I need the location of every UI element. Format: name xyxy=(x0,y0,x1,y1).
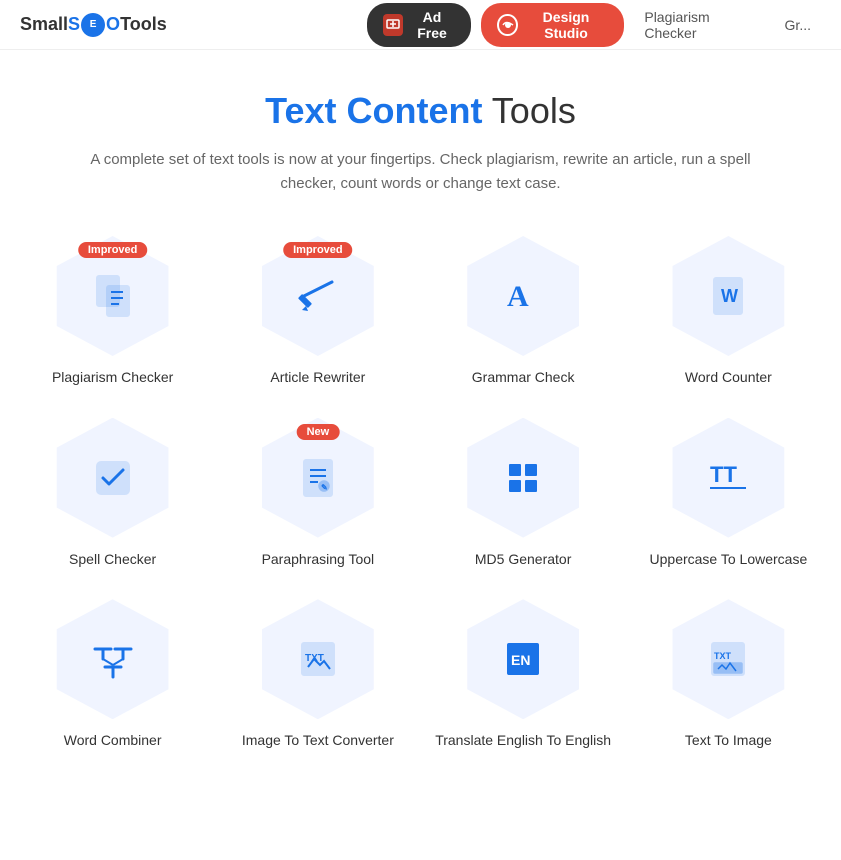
tool-label-image-to-text: Image To Text Converter xyxy=(242,731,394,751)
tool-word-counter[interactable]: W Word Counter xyxy=(636,236,821,388)
tool-icon-wrapper-image-to-text: TXT xyxy=(253,599,383,719)
tool-word-combiner[interactable]: Word Combiner xyxy=(20,599,205,751)
tool-icon-bg-uppercase: TT xyxy=(663,418,793,538)
plagiarism-icon xyxy=(89,272,137,320)
tool-icon-wrapper-text-to-image: TXT xyxy=(663,599,793,719)
svg-text:TT: TT xyxy=(710,462,737,487)
tool-icon-wrapper-article: Improved xyxy=(253,236,383,356)
tool-icon-wrapper-spell xyxy=(48,418,178,538)
uppercase-to-lowercase-icon: TT xyxy=(704,454,752,502)
tool-icon-bg-image-to-text: TXT xyxy=(253,599,383,719)
tool-spell-checker[interactable]: Spell Checker xyxy=(20,418,205,570)
svg-text:TXT: TXT xyxy=(714,651,732,661)
tool-md5-generator[interactable]: MD5 Generator xyxy=(431,418,616,570)
tool-icon-bg-md5 xyxy=(458,418,588,538)
svg-text:✎: ✎ xyxy=(321,483,328,492)
tool-label-uppercase-to-lowercase: Uppercase To Lowercase xyxy=(650,550,808,570)
design-studio-button[interactable]: Design Studio xyxy=(481,3,624,47)
tool-icon-wrapper-word-combiner xyxy=(48,599,178,719)
tool-icon-wrapper-uppercase: TT xyxy=(663,418,793,538)
tool-icon-wrapper-paraphrasing: ✎ New xyxy=(253,418,383,538)
logo-text-seo: S xyxy=(68,14,80,35)
page-title-highlight: Text Content xyxy=(265,90,482,131)
tool-icon-bg-word-combiner xyxy=(48,599,178,719)
logo[interactable]: Small S E O Tools xyxy=(20,13,167,37)
tool-icon-bg-translate: EN xyxy=(458,599,588,719)
badge-improved-plagiarism: Improved xyxy=(78,242,148,258)
tool-uppercase-to-lowercase[interactable]: TT Uppercase To Lowercase xyxy=(636,418,821,570)
ad-free-label: Ad Free xyxy=(409,9,456,41)
logo-text-o: O xyxy=(106,14,120,35)
tool-icon-wrapper-translate: EN xyxy=(458,599,588,719)
translate-icon: EN xyxy=(499,635,547,683)
page-subtitle: A complete set of text tools is now at y… xyxy=(61,148,781,196)
design-studio-label: Design Studio xyxy=(524,9,609,41)
image-to-text-icon: TXT xyxy=(294,635,342,683)
nav-plagiarism-checker[interactable]: Plagiarism Checker xyxy=(634,9,764,41)
tool-label-translate-english: Translate English To English xyxy=(435,731,611,751)
tool-icon-wrapper-word-counter: W xyxy=(663,236,793,356)
tool-label-spell-checker: Spell Checker xyxy=(69,550,156,570)
tool-label-article-rewriter: Article Rewriter xyxy=(270,368,365,388)
tool-icon-bg-grammar: A xyxy=(458,236,588,356)
tool-label-paraphrasing: Paraphrasing Tool xyxy=(262,550,375,570)
page-title-rest: Tools xyxy=(482,90,575,131)
tool-label-grammar-check: Grammar Check xyxy=(472,368,575,388)
article-rewriter-icon xyxy=(294,272,342,320)
badge-improved-article: Improved xyxy=(283,242,353,258)
design-studio-icon xyxy=(497,14,517,36)
text-to-image-icon: TXT xyxy=(704,635,752,683)
tool-icon-wrapper-plagiarism: Improved xyxy=(48,236,178,356)
word-counter-icon: W xyxy=(704,272,752,320)
grammar-check-icon: A xyxy=(499,272,547,320)
header-right: Ad Free Design Studio Plagiarism Checker… xyxy=(367,3,821,47)
svg-text:EN: EN xyxy=(511,652,530,668)
page-title: Text Content Tools xyxy=(20,90,821,132)
tool-plagiarism-checker[interactable]: Improved Plagiarism Checker xyxy=(20,236,205,388)
tool-translate-english[interactable]: EN Translate English To English xyxy=(431,599,616,751)
nav-grammar[interactable]: Gr... xyxy=(775,17,821,33)
tool-image-to-text[interactable]: TXT Image To Text Converter xyxy=(225,599,410,751)
ad-free-icon xyxy=(383,14,403,36)
word-combiner-icon xyxy=(89,635,137,683)
svg-text:A: A xyxy=(507,280,529,313)
ad-free-button[interactable]: Ad Free xyxy=(367,3,472,47)
md5-generator-icon xyxy=(499,454,547,502)
tool-text-to-image[interactable]: TXT Text To Image xyxy=(636,599,821,751)
paraphrasing-icon: ✎ xyxy=(294,454,342,502)
logo-icon-e: E xyxy=(81,13,105,37)
tool-label-word-combiner: Word Combiner xyxy=(64,731,162,751)
badge-new-paraphrasing: New xyxy=(297,424,340,440)
tool-label-md5-generator: MD5 Generator xyxy=(475,550,571,570)
tool-label-word-counter: Word Counter xyxy=(685,368,772,388)
tool-label-plagiarism-checker: Plagiarism Checker xyxy=(52,368,173,388)
tool-icon-bg-text-to-image: TXT xyxy=(663,599,793,719)
tool-icon-bg-spell xyxy=(48,418,178,538)
tool-paraphrasing[interactable]: ✎ New Paraphrasing Tool xyxy=(225,418,410,570)
logo-text-tools: Tools xyxy=(120,14,167,35)
tool-grammar-check[interactable]: A Grammar Check xyxy=(431,236,616,388)
tool-label-text-to-image: Text To Image xyxy=(685,731,772,751)
tool-icon-bg-word-counter: W xyxy=(663,236,793,356)
tool-icon-wrapper-md5 xyxy=(458,418,588,538)
tool-icon-wrapper-grammar: A xyxy=(458,236,588,356)
main-content: Text Content Tools A complete set of tex… xyxy=(0,50,841,791)
logo-text-small: Small xyxy=(20,14,68,35)
tool-article-rewriter[interactable]: Improved Article Rewriter xyxy=(225,236,410,388)
tools-grid: Improved Plagiarism Checker Improved Art… xyxy=(20,236,821,751)
header: Small S E O Tools Ad Free Desi xyxy=(0,0,841,50)
svg-text:W: W xyxy=(721,286,738,306)
spell-checker-icon xyxy=(89,454,137,502)
